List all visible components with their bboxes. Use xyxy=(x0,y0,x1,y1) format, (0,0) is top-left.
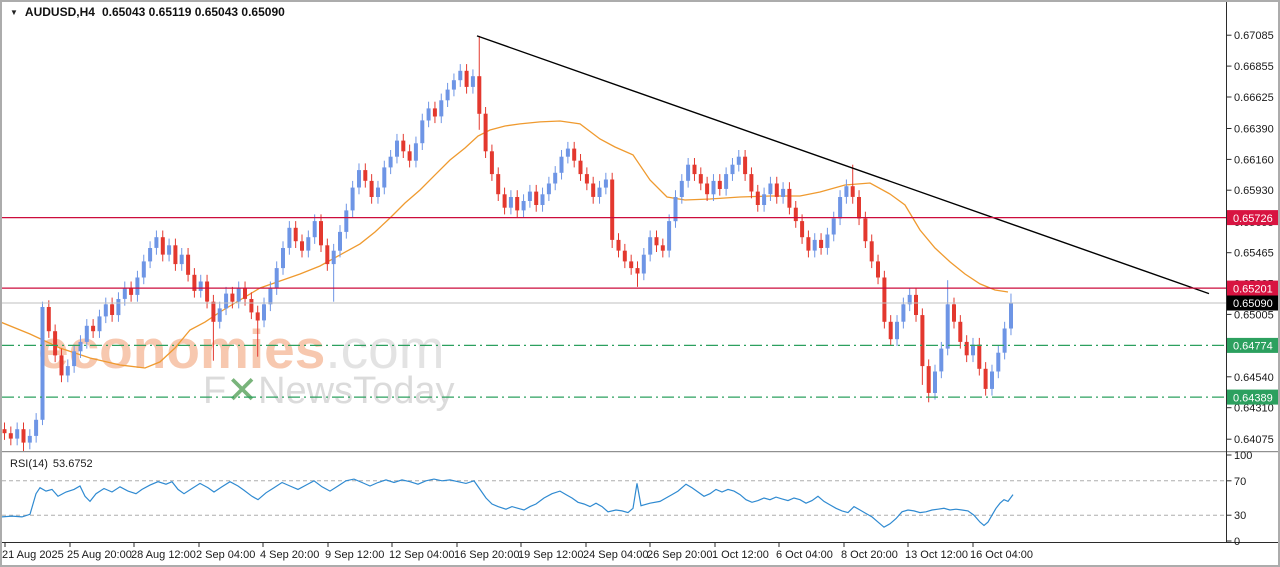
price-axis-label: 0.67085 xyxy=(1234,30,1274,42)
time-axis-label: 28 Aug 12:00 xyxy=(131,549,196,561)
time-axis-label: 13 Oct 12:00 xyxy=(905,549,968,561)
price-axis-label: 0.65465 xyxy=(1234,248,1274,260)
svg-text:0.65726: 0.65726 xyxy=(1233,213,1273,225)
time-axis-label: 2 Sep 04:00 xyxy=(196,549,255,561)
symbol-period-label: AUDUSD,H4 xyxy=(25,5,95,19)
price-axis-label: 0.64540 xyxy=(1234,372,1274,384)
time-axis-label: 6 Oct 04:00 xyxy=(776,549,833,561)
rsi-indicator-label: RSI(14) 53.6752 xyxy=(10,458,93,470)
rsi-axis-label: 70 xyxy=(1234,476,1246,488)
price-axis-label: 0.66855 xyxy=(1234,61,1274,73)
chart-surface[interactable] xyxy=(2,12,1226,450)
rsi-axis-label: 30 xyxy=(1234,510,1246,522)
time-axis-label: 21 Aug 2025 xyxy=(2,549,64,561)
rsi-pane[interactable] xyxy=(2,479,1226,527)
price-axis-label: 0.66625 xyxy=(1234,92,1274,104)
time-axis-label: 25 Aug 20:00 xyxy=(67,549,132,561)
price-axis-label: 0.66160 xyxy=(1234,154,1274,166)
rsi-axis-label: 100 xyxy=(1234,450,1252,462)
svg-text:0.65090: 0.65090 xyxy=(1233,298,1273,310)
resistance-badge: 0.65201 xyxy=(1227,281,1278,296)
rsi-name: RSI(14) xyxy=(10,458,48,470)
price-axis-label: 0.65930 xyxy=(1234,185,1274,197)
time-axis-label: 24 Sep 04:00 xyxy=(583,549,648,561)
time-axis-label: 4 Sep 20:00 xyxy=(260,549,319,561)
price-axis-label: 0.65005 xyxy=(1234,309,1274,321)
price-chart-canvas[interactable]: economies.comF✕NewsToday0.670850.668550.… xyxy=(2,2,1278,565)
rsi-axis-label: 0 xyxy=(1234,536,1240,548)
time-axis-label: 8 Oct 20:00 xyxy=(841,549,898,561)
support-badge: 0.64389 xyxy=(1227,390,1278,405)
time-axis-label: 19 Sep 12:00 xyxy=(518,549,583,561)
time-axis-label: 9 Sep 12:00 xyxy=(325,549,384,561)
time-axis-label: 26 Sep 20:00 xyxy=(647,549,712,561)
price-axis-label: 0.66390 xyxy=(1234,124,1274,136)
svg-text:0.64389: 0.64389 xyxy=(1233,392,1273,404)
chart-menu-icon[interactable]: ▼ xyxy=(10,8,18,17)
support-badge: 0.64774 xyxy=(1227,338,1278,353)
chart-title-bar: ▼ AUDUSD,H4 0.65043 0.65119 0.65043 0.65… xyxy=(10,5,285,19)
time-scale[interactable]: 21 Aug 202525 Aug 20:0028 Aug 12:002 Sep… xyxy=(2,543,1033,561)
time-axis-label: 1 Oct 12:00 xyxy=(712,549,769,561)
current-price-badge: 0.65090 xyxy=(1227,296,1278,311)
ohlc-values: 0.65043 0.65119 0.65043 0.65090 xyxy=(102,5,285,19)
svg-text:0.65201: 0.65201 xyxy=(1233,283,1273,295)
time-axis-label: 12 Sep 04:00 xyxy=(389,549,454,561)
rsi-value: 53.6752 xyxy=(53,458,93,470)
time-axis-label: 16 Oct 04:00 xyxy=(970,549,1033,561)
svg-text:0.64774: 0.64774 xyxy=(1233,341,1273,353)
time-axis-label: 16 Sep 20:00 xyxy=(454,549,519,561)
rsi-line[interactable] xyxy=(2,479,1013,527)
resistance-badge: 0.65726 xyxy=(1227,210,1278,225)
price-axis-label: 0.64075 xyxy=(1234,434,1274,446)
chart-window: economies.comF✕NewsToday0.670850.668550.… xyxy=(0,0,1280,567)
